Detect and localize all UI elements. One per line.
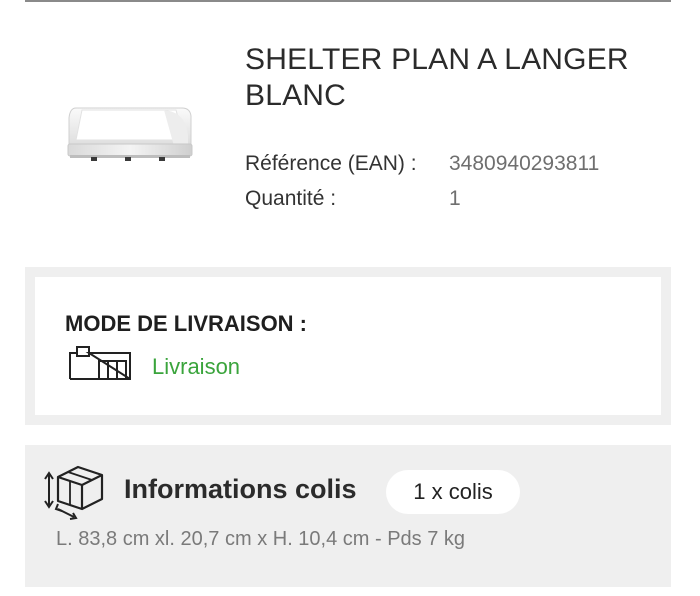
- product-title: SHELTER PLAN A LANGER BLANC: [245, 42, 665, 114]
- top-divider: [25, 0, 671, 2]
- quantity-value: 1: [449, 187, 461, 210]
- delivery-title: MODE DE LIVRAISON :: [65, 311, 308, 336]
- product-title-line1: SHELTER PLAN A LANGER: [245, 43, 629, 76]
- parcel-title: Informations colis: [124, 474, 357, 504]
- delivery-truck-icon: [69, 346, 131, 380]
- product-image: [67, 107, 193, 161]
- reference-label: Référence (EAN) :: [245, 152, 417, 175]
- package-dimensions-icon: [44, 465, 104, 520]
- parcel-count-badge: 1 x colis: [386, 470, 520, 514]
- parcel-section: [25, 445, 671, 587]
- order-item-page: SHELTER PLAN A LANGER BLANC Référence (E…: [0, 0, 700, 596]
- quantity-label: Quantité :: [245, 187, 337, 210]
- product-title-line2: BLANC: [245, 79, 347, 112]
- delivery-mode: Livraison: [152, 354, 241, 379]
- reference-value: 3480940293811: [449, 152, 600, 175]
- parcel-dimensions: L. 83,8 cm xl. 20,7 cm x H. 10,4 cm - Pd…: [56, 528, 466, 550]
